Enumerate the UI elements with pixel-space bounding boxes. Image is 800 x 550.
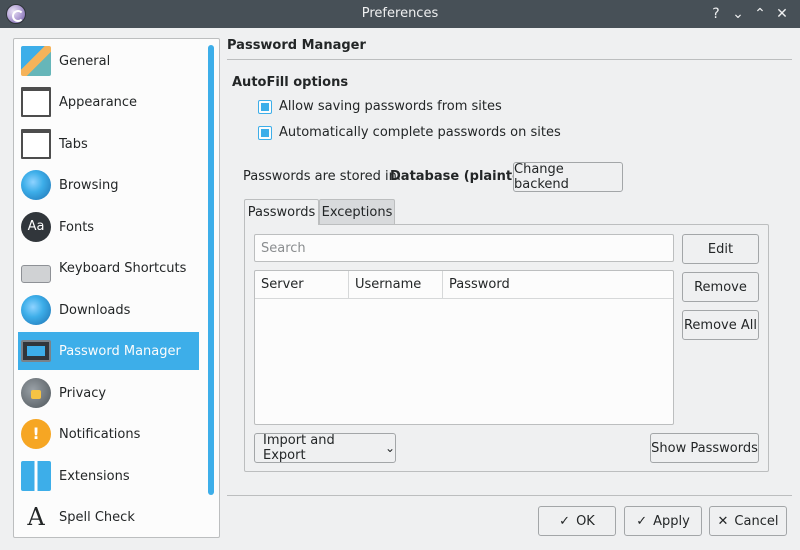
cancel-button[interactable]: ✕ Cancel xyxy=(709,506,787,536)
tab-exceptions[interactable]: Exceptions xyxy=(319,199,395,225)
allow-saving-row[interactable]: Allow saving passwords from sites xyxy=(258,99,502,114)
cancel-label: Cancel xyxy=(734,513,779,529)
sidebar-item-privacy[interactable]: Privacy xyxy=(18,374,199,412)
sidebar-item-spell-check[interactable]: A Spell Check xyxy=(18,498,199,536)
extensions-icon xyxy=(21,461,51,491)
sidebar-item-label: Password Manager xyxy=(59,343,181,359)
maximize-button[interactable]: ⌃ xyxy=(749,3,771,25)
notifications-icon: ! xyxy=(21,419,51,449)
column-header-server[interactable]: Server xyxy=(255,271,349,299)
apply-button[interactable]: ✓ Apply xyxy=(624,506,702,536)
sidebar-scrollbar[interactable] xyxy=(208,45,214,495)
auto-complete-checkbox[interactable] xyxy=(258,125,272,140)
import-export-label: Import and Export xyxy=(263,433,335,463)
allow-saving-checkbox[interactable] xyxy=(258,99,272,114)
sidebar-item-label: Spell Check xyxy=(59,509,135,525)
title-bar: Preferences ? ⌄ ⌃ ✕ xyxy=(0,0,800,28)
remove-all-button[interactable]: Remove All xyxy=(682,310,759,340)
sidebar-item-extensions[interactable]: Extensions xyxy=(18,457,199,495)
close-icon: ✕ xyxy=(717,513,729,529)
general-icon xyxy=(21,46,51,76)
search-input[interactable] xyxy=(254,234,674,262)
tab-passwords[interactable]: Passwords xyxy=(244,199,319,225)
edit-button[interactable]: Edit xyxy=(682,234,759,264)
tabs-icon xyxy=(21,129,51,159)
monitor-icon xyxy=(21,340,51,362)
divider xyxy=(227,59,792,60)
sidebar-item-label: Browsing xyxy=(59,177,119,193)
downloads-globe-icon xyxy=(21,295,51,325)
sidebar-item-label: Extensions xyxy=(59,468,130,484)
sidebar-item-label: Downloads xyxy=(59,302,131,318)
sidebar-item-label: Fonts xyxy=(59,219,95,235)
divider xyxy=(227,495,792,496)
autofill-section-title: AutoFill options xyxy=(232,75,349,90)
ok-label: OK xyxy=(576,513,595,529)
storage-label: Passwords are stored in: xyxy=(243,169,402,184)
sidebar-item-notifications[interactable]: ! Notifications xyxy=(18,415,199,453)
sidebar-item-label: Notifications xyxy=(59,426,141,442)
sidebar-item-keyboard-shortcuts[interactable]: Keyboard Shortcuts xyxy=(18,249,199,287)
auto-complete-label[interactable]: Automatically complete passwords on site… xyxy=(279,125,561,140)
sidebar-item-password-manager[interactable]: Password Manager xyxy=(18,332,199,370)
sidebar: General Appearance Tabs Browsing Aa Font… xyxy=(13,38,220,538)
sidebar-item-browsing[interactable]: Browsing xyxy=(18,166,199,204)
show-passwords-button[interactable]: Show Passwords xyxy=(650,433,759,463)
table-header: Server Username Password xyxy=(255,271,673,299)
column-header-password[interactable]: Password xyxy=(443,271,673,299)
appearance-icon xyxy=(21,87,51,117)
allow-saving-label[interactable]: Allow saving passwords from sites xyxy=(279,99,502,114)
remove-button[interactable]: Remove xyxy=(682,272,759,302)
change-backend-button[interactable]: Change backend xyxy=(513,162,623,192)
sidebar-item-label: Keyboard Shortcuts xyxy=(59,260,187,276)
close-window-button[interactable]: ✕ xyxy=(771,3,793,25)
fonts-icon: Aa xyxy=(21,212,51,242)
checkmark-icon: ✓ xyxy=(559,513,571,529)
column-header-username[interactable]: Username xyxy=(349,271,443,299)
checkmark-icon: ✓ xyxy=(636,513,648,529)
sidebar-item-label: Tabs xyxy=(59,136,88,152)
import-export-dropdown[interactable]: Import and Export ⌄ xyxy=(254,433,396,463)
keyboard-icon xyxy=(21,265,51,283)
chevron-down-icon: ⌄ xyxy=(384,441,395,455)
spell-check-icon: A xyxy=(27,503,45,531)
sidebar-item-tabs[interactable]: Tabs xyxy=(18,125,199,163)
window-title: Preferences xyxy=(361,6,439,21)
sidebar-item-appearance[interactable]: Appearance xyxy=(18,83,199,121)
passwords-table[interactable]: Server Username Password xyxy=(254,270,674,425)
sidebar-item-label: Appearance xyxy=(59,94,138,110)
minimize-button[interactable]: ⌄ xyxy=(727,3,749,25)
sidebar-item-downloads[interactable]: Downloads xyxy=(18,291,199,329)
browsing-globe-icon xyxy=(21,170,51,200)
apply-label: Apply xyxy=(653,513,690,529)
sidebar-item-label: General xyxy=(59,53,111,69)
auto-complete-row[interactable]: Automatically complete passwords on site… xyxy=(258,125,561,140)
sidebar-item-label: Privacy xyxy=(59,385,107,401)
sidebar-item-fonts[interactable]: Aa Fonts xyxy=(18,208,199,246)
sidebar-item-general[interactable]: General xyxy=(18,42,199,80)
help-button[interactable]: ? xyxy=(705,3,727,25)
ok-button[interactable]: ✓ OK xyxy=(538,506,616,536)
privacy-lock-icon xyxy=(21,378,51,408)
page-title: Password Manager xyxy=(227,38,366,53)
